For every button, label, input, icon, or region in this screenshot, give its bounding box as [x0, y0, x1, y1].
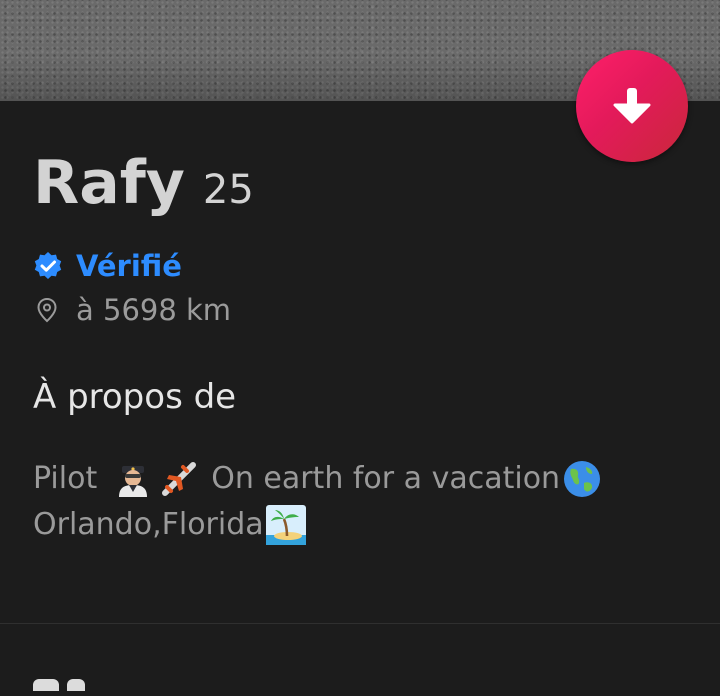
- bio-text-pilot: Pilot: [33, 461, 98, 496]
- profile-header: Rafy 25: [33, 148, 254, 218]
- bio-text-location: Orlando,Florida: [33, 507, 264, 542]
- profile-age: 25: [202, 167, 254, 213]
- section-divider: [0, 623, 720, 624]
- bio-text-vacation: On earth for a vacation: [211, 461, 561, 496]
- collapse-profile-button[interactable]: [576, 50, 688, 162]
- arrow-down-icon: [613, 88, 651, 124]
- desert-island-emoji: [265, 505, 306, 545]
- airplane-emoji: [159, 459, 199, 499]
- verified-badge-icon: [34, 252, 62, 279]
- profile-name: Rafy: [33, 148, 185, 218]
- bio-text: Pilot On earth for a vacation Orlando,Fl…: [33, 456, 673, 548]
- verified-row[interactable]: Vérifié: [33, 249, 182, 283]
- pilot-emoji: [113, 459, 153, 499]
- globe-emoji: [562, 459, 602, 499]
- location-pin-icon: [37, 297, 57, 323]
- verified-label: Vérifié: [76, 249, 182, 283]
- about-section-title: À propos de: [33, 377, 237, 417]
- distance-text: à 5698 km: [76, 293, 232, 327]
- distance-row: à 5698 km: [33, 293, 231, 327]
- next-section-title-cutoff: [33, 676, 113, 696]
